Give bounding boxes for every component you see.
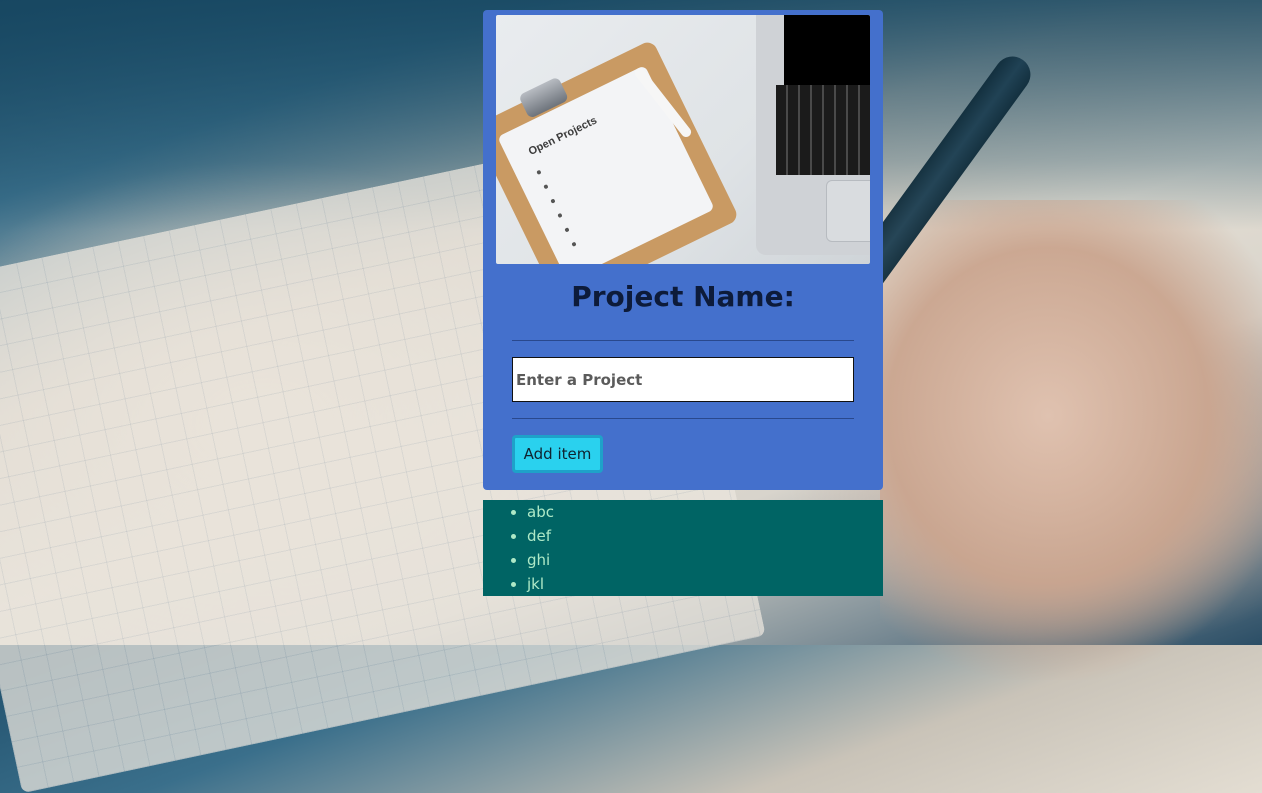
add-item-button[interactable]: Add item (512, 435, 603, 473)
laptop-graphic (756, 15, 870, 255)
list-item: ghi (527, 548, 883, 572)
laptop-keyboard (776, 85, 870, 175)
bullet-dot (550, 198, 556, 204)
bullet-dot (557, 212, 563, 219)
project-list: abc def ghi jkl (483, 500, 883, 596)
page-title: Project Name: (571, 280, 795, 313)
bullet-dot (536, 169, 542, 176)
bullet-dot (571, 241, 577, 247)
divider-bottom (512, 418, 854, 419)
divider-top (512, 340, 854, 341)
clipboard-heading: Open Projects (526, 114, 599, 158)
list-item: def (527, 524, 883, 548)
list-item: jkl (527, 572, 883, 596)
project-card: Open Projects Project Name: Add item (483, 10, 883, 490)
hero-image: Open Projects (496, 15, 870, 264)
bullet-dot (564, 227, 570, 233)
background-hand (880, 200, 1262, 680)
laptop-screen (784, 15, 870, 85)
clipboard-graphic: Open Projects (496, 39, 740, 264)
laptop-trackpad (826, 180, 870, 242)
project-list-container: abc def ghi jkl (483, 500, 883, 596)
bullet-dot (543, 184, 549, 190)
list-item: abc (527, 500, 883, 524)
project-name-input[interactable] (512, 357, 854, 402)
